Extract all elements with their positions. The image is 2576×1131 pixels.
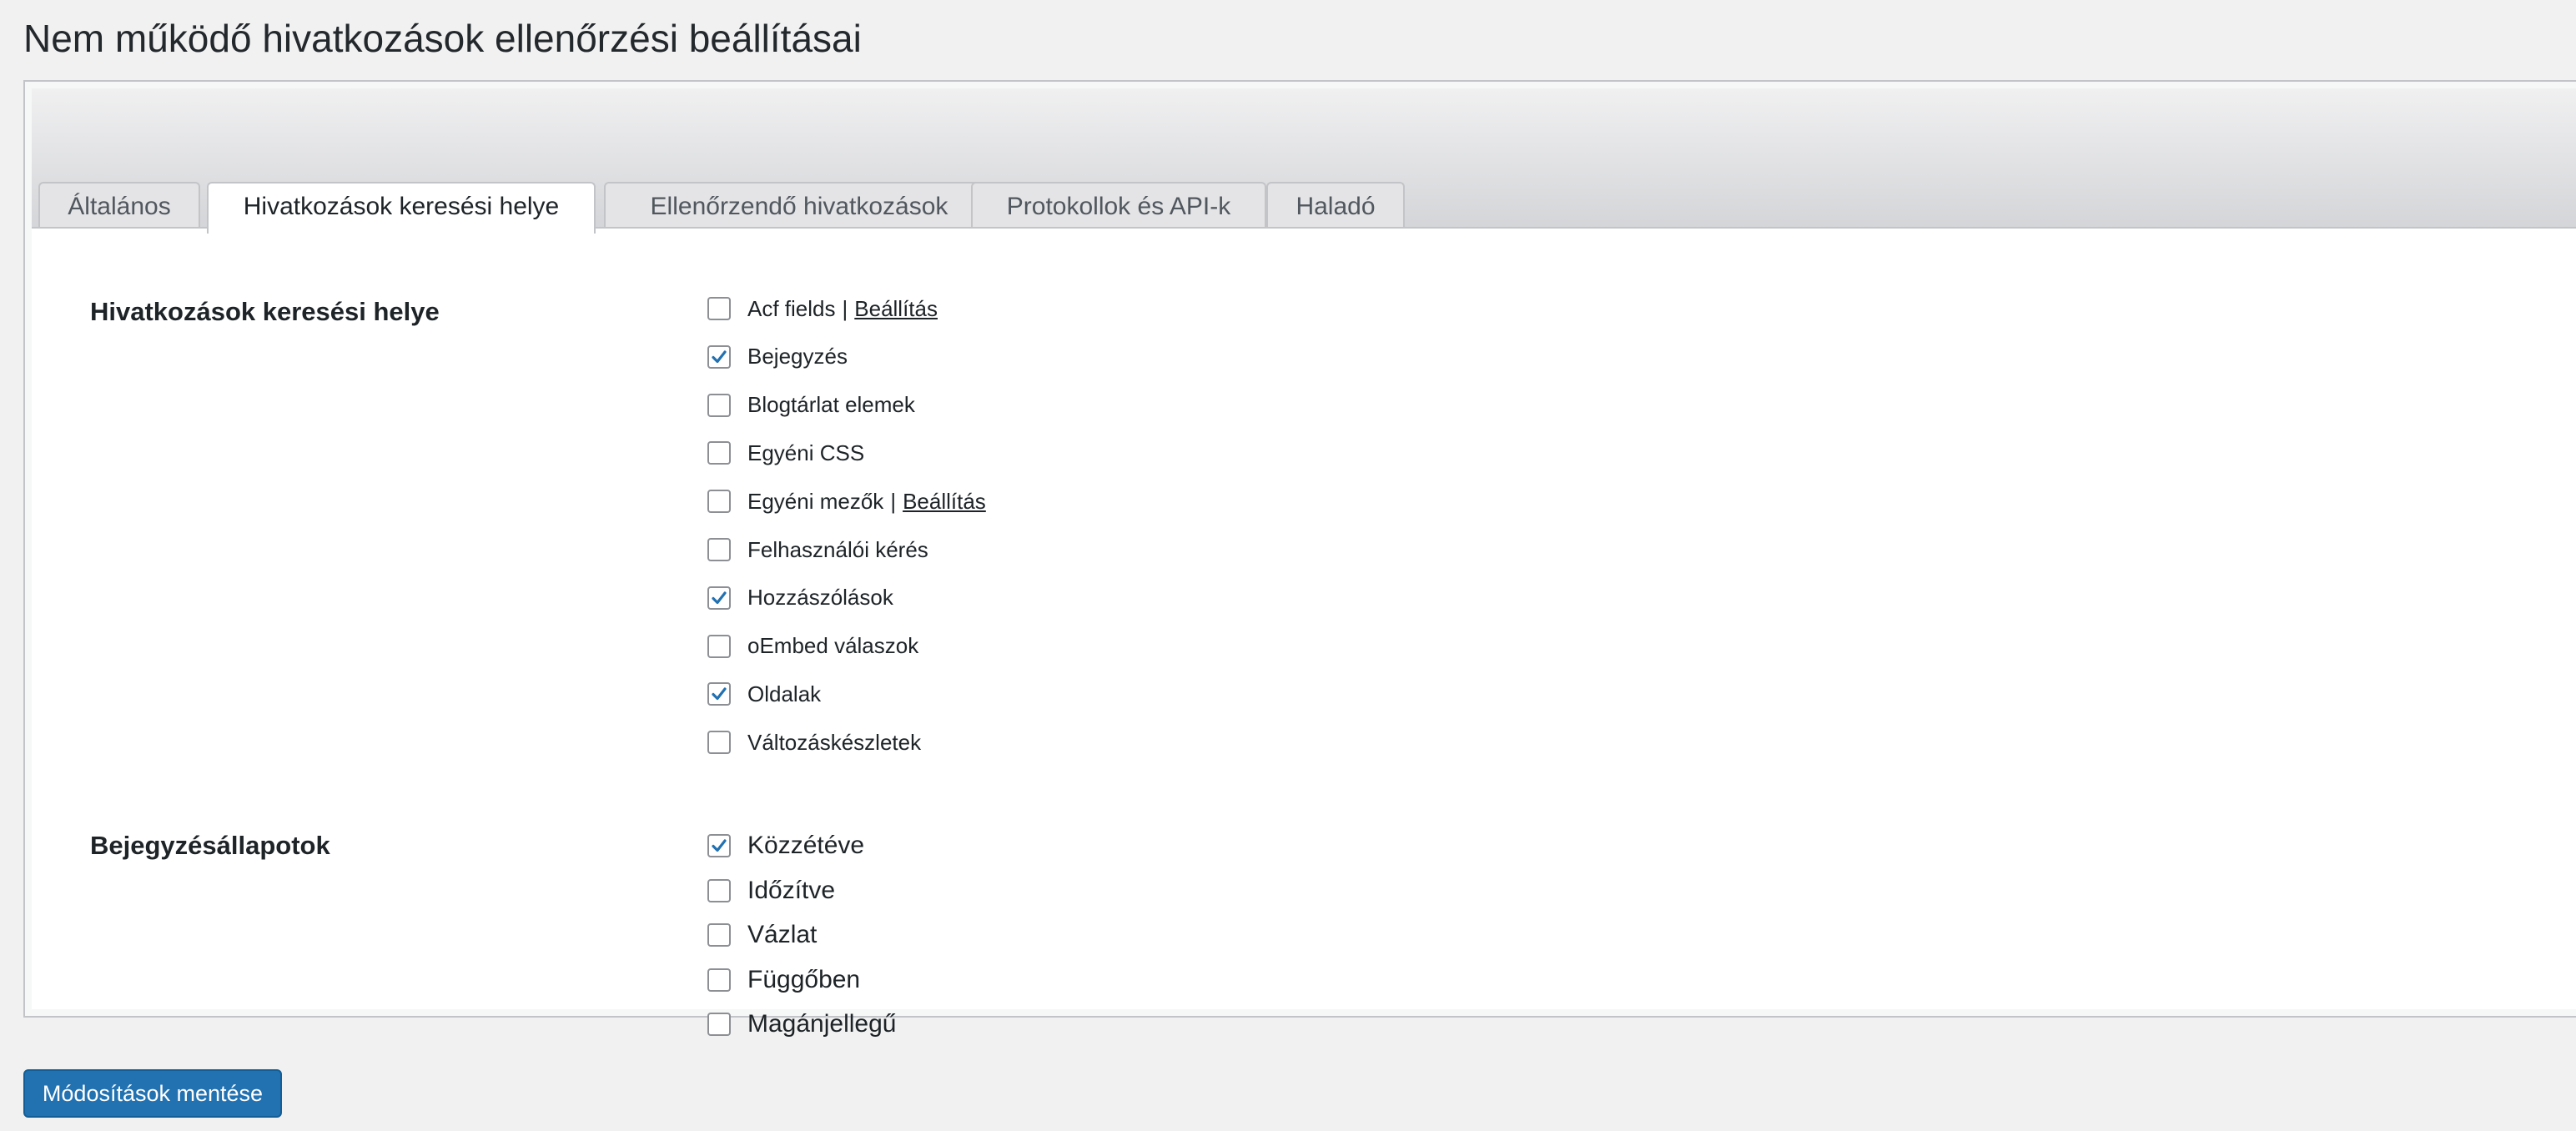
- option-label: Acf fields: [747, 295, 836, 321]
- option-bejegyzes[interactable]: Bejegyzés: [707, 340, 848, 374]
- checkbox-egyeni-css[interactable]: [707, 441, 731, 465]
- separator: |: [842, 295, 848, 321]
- checkmark-icon: [712, 591, 727, 604]
- option-label: Egyéni mezők: [747, 488, 884, 514]
- option-label: Oldalak: [747, 681, 822, 706]
- tab-bar: Általános Hivatkozások keresési helye El…: [32, 88, 2576, 234]
- settings-link-acf-fields[interactable]: Beállítás: [854, 296, 938, 322]
- checkbox-blogtarlat-elemek[interactable]: [707, 393, 731, 417]
- option-label: Függőben: [747, 965, 861, 993]
- option-label: Hozzászólások: [747, 585, 893, 611]
- tab-search-locations[interactable]: Hivatkozások keresési helye: [207, 182, 596, 234]
- option-label: Blogtárlat elemek: [747, 392, 915, 418]
- option-label: Közzétéve: [747, 832, 865, 859]
- option-vazlat[interactable]: Vázlat: [707, 918, 817, 952]
- option-label: Változáskészletek: [747, 729, 922, 755]
- post-statuses-label: Bejegyzésállapotok: [90, 831, 330, 860]
- option-blogtarlat-elemek[interactable]: Blogtárlat elemek: [707, 389, 915, 422]
- tab-links-to-check[interactable]: Ellenőrzendő hivatkozások: [604, 182, 994, 230]
- tab-general[interactable]: Általános: [38, 182, 200, 230]
- option-kozzeteve[interactable]: Közzétéve: [707, 829, 864, 862]
- search-locations-label: Hivatkozások keresési helye: [90, 297, 440, 326]
- separator: |: [890, 488, 897, 514]
- option-label: Egyéni CSS: [747, 440, 865, 465]
- checkbox-idozitve[interactable]: [707, 878, 731, 902]
- option-maganjellegu[interactable]: Magánjellegű: [707, 1008, 896, 1041]
- checkbox-vazlat[interactable]: [707, 923, 731, 947]
- option-label: Vázlat: [747, 921, 818, 948]
- tab-protocols-apis[interactable]: Protokollok és API-k: [971, 182, 1266, 230]
- checkbox-egyeni-mezok[interactable]: [707, 490, 731, 514]
- save-changes-button[interactable]: Módosítások mentése: [23, 1069, 282, 1118]
- checkbox-kozzeteve[interactable]: [707, 834, 731, 857]
- option-felhasznaloi-keres[interactable]: Felhasználói kérés: [707, 533, 928, 566]
- tab-advanced[interactable]: Haladó: [1266, 182, 1405, 230]
- option-fuggoben[interactable]: Függőben: [707, 963, 860, 997]
- checkbox-maganjellegu[interactable]: [707, 1013, 731, 1036]
- checkbox-oembed-valaszok[interactable]: [707, 634, 731, 658]
- checkbox-fuggoben[interactable]: [707, 968, 731, 992]
- settings-container: Általános Hivatkozások keresési helye El…: [23, 80, 2576, 1038]
- checkmark-icon: [712, 839, 727, 852]
- page-title: Nem működő hivatkozások ellenőrzési beál…: [23, 17, 862, 60]
- checkbox-hozzaszolasok[interactable]: [707, 586, 731, 610]
- option-label: Időzítve: [747, 876, 836, 904]
- option-valtozaskeszletek[interactable]: Változáskészletek: [707, 726, 921, 759]
- checkmark-icon: [712, 350, 727, 363]
- option-acf-fields[interactable]: Acf fields | Beállítás: [707, 292, 938, 325]
- option-egyeni-css[interactable]: Egyéni CSS: [707, 436, 864, 470]
- option-label: Bejegyzés: [747, 344, 848, 369]
- option-oembed-valaszok[interactable]: oEmbed válaszok: [707, 630, 918, 663]
- settings-panel: Hivatkozások keresési helye Acf fields | B…: [32, 227, 2576, 1038]
- option-oldalak[interactable]: Oldalak: [707, 677, 821, 711]
- checkbox-bejegyzes[interactable]: [707, 344, 731, 369]
- checkbox-felhasznaloi-keres[interactable]: [707, 538, 731, 561]
- checkbox-valtozaskeszletek[interactable]: [707, 731, 731, 755]
- checkbox-acf-fields[interactable]: [707, 297, 731, 320]
- option-label: oEmbed válaszok: [747, 633, 919, 659]
- option-hozzaszolasok[interactable]: Hozzászólások: [707, 581, 893, 615]
- settings-link-egyeni-mezok[interactable]: Beállítás: [903, 489, 986, 515]
- option-label: Magánjellegű: [747, 1010, 897, 1038]
- option-egyeni-mezok[interactable]: Egyéni mezők | Beállítás: [707, 485, 986, 518]
- option-idozitve[interactable]: Időzítve: [707, 874, 835, 907]
- option-label: Felhasználói kérés: [747, 536, 928, 562]
- checkbox-oldalak[interactable]: [707, 682, 731, 706]
- checkmark-icon: [712, 687, 727, 701]
